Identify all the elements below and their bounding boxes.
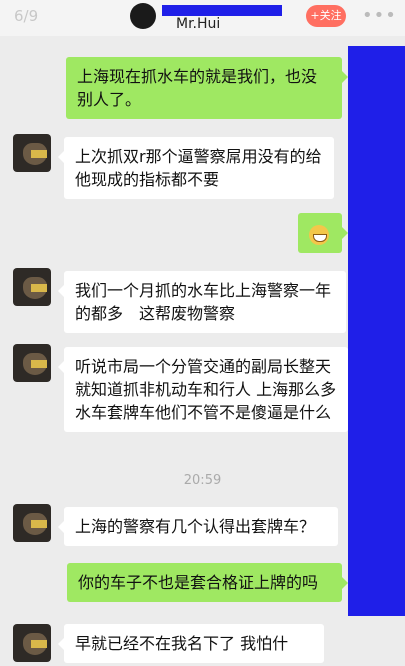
- username[interactable]: Mr.Hui: [176, 16, 220, 32]
- message-bubble-sent: [298, 213, 348, 253]
- message-bubble-sent: 上海现在抓水车的就是我们，也没别人了。: [66, 57, 348, 119]
- message-text: 上海现在抓水车的就是我们，也没别人了。: [77, 67, 318, 109]
- redaction-bar: [162, 5, 282, 16]
- message-bubble-sent: 你的车子不也是套合格证上牌的吗: [67, 563, 348, 602]
- avatar[interactable]: [13, 344, 51, 382]
- avatar[interactable]: [13, 268, 51, 306]
- message-text: 你的车子不也是套合格证上牌的吗: [78, 573, 319, 592]
- avatar[interactable]: [13, 134, 51, 172]
- message-text: 上海的警察有几个认得出套牌车？: [75, 517, 316, 536]
- avatar[interactable]: [13, 624, 51, 662]
- message-bubble-received: 上海的警察有几个认得出套牌车？: [58, 507, 338, 546]
- profile-avatar[interactable]: [130, 3, 156, 29]
- message-text: 我们一个月抓的水车比上海警察一年的都多 这帮废物警察: [75, 281, 332, 323]
- more-dots-icon[interactable]: •••: [362, 5, 397, 26]
- redaction-block: [348, 46, 405, 616]
- avatar[interactable]: [13, 504, 51, 542]
- message-bubble-received: 早就已经不在我名下了 我怕什: [58, 624, 324, 663]
- grinning-face-icon: [309, 224, 329, 245]
- message-text: 上次抓双r那个逼警察屌用没有的给他现成的指标都不要: [75, 147, 322, 189]
- message-bubble-received: 上次抓双r那个逼警察屌用没有的给他现成的指标都不要: [58, 137, 334, 199]
- message-bubble-received: 听说市局一个分管交通的副局长整天就知道抓非机动车和行人 上海那么多水车套牌车他们…: [58, 347, 348, 432]
- image-counter: 6/9: [14, 7, 39, 25]
- top-bar: 6/9 Mr.Hui +关注 •••: [0, 0, 405, 36]
- message-bubble-received: 我们一个月抓的水车比上海警察一年的都多 这帮废物警察: [58, 271, 346, 333]
- message-text: 听说市局一个分管交通的副局长整天就知道抓非机动车和行人 上海那么多水车套牌车他们…: [75, 357, 337, 422]
- message-timestamp: 20:59: [183, 473, 222, 488]
- message-text: 早就已经不在我名下了 我怕什: [75, 634, 289, 653]
- follow-button[interactable]: +关注: [306, 5, 346, 27]
